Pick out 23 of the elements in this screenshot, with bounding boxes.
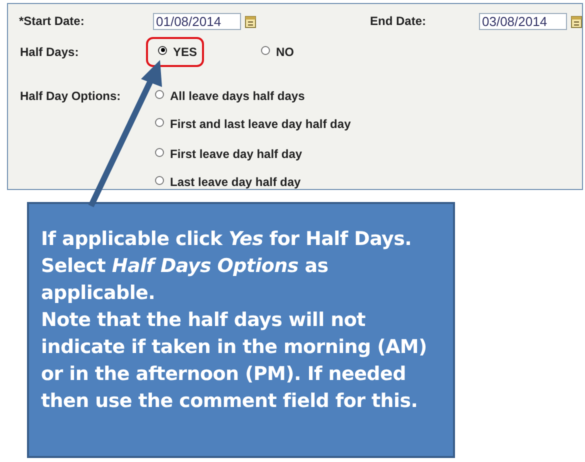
radio-button[interactable]: All leave days half days [155,89,305,103]
instruction-text: Note that the half days will not indicate if taken in the morning (AM) or in the afternoon (PM). If needed then use the comment field for this. [41,308,428,414]
radio-button[interactable]: NO [261,45,294,59]
end-date-label: End Date: [368,14,426,28]
start-date-field[interactable]: 01/08/2014 [153,12,241,30]
half-days-label: Half Days: [20,45,80,59]
instruction-text: Select Half Days Options as applicable. [41,254,330,306]
radio-icon[interactable] [155,176,164,184]
end-date-field[interactable]: 03/08/2014 [479,12,567,30]
calendar-icon[interactable] [245,14,256,28]
start-date-label: *Start Date: [19,14,86,28]
instruction-text: If applicable click Yes for Half Days. [41,227,413,252]
calendar-icon[interactable] [571,14,582,28]
selected-radio-icon[interactable] [158,46,167,54]
radio-button[interactable]: First and last leave day half day [155,117,351,131]
radio-icon[interactable] [155,90,164,98]
radio-button[interactable]: Last leave day half day [155,175,301,189]
radio-icon[interactable] [261,46,270,54]
radio-icon[interactable] [155,148,164,156]
radio-button[interactable]: First leave day half day [155,147,302,161]
radio-icon[interactable] [155,118,164,126]
radio-button[interactable]: YES [158,45,198,59]
half-day-options-label: Half Day Options: [20,89,122,103]
